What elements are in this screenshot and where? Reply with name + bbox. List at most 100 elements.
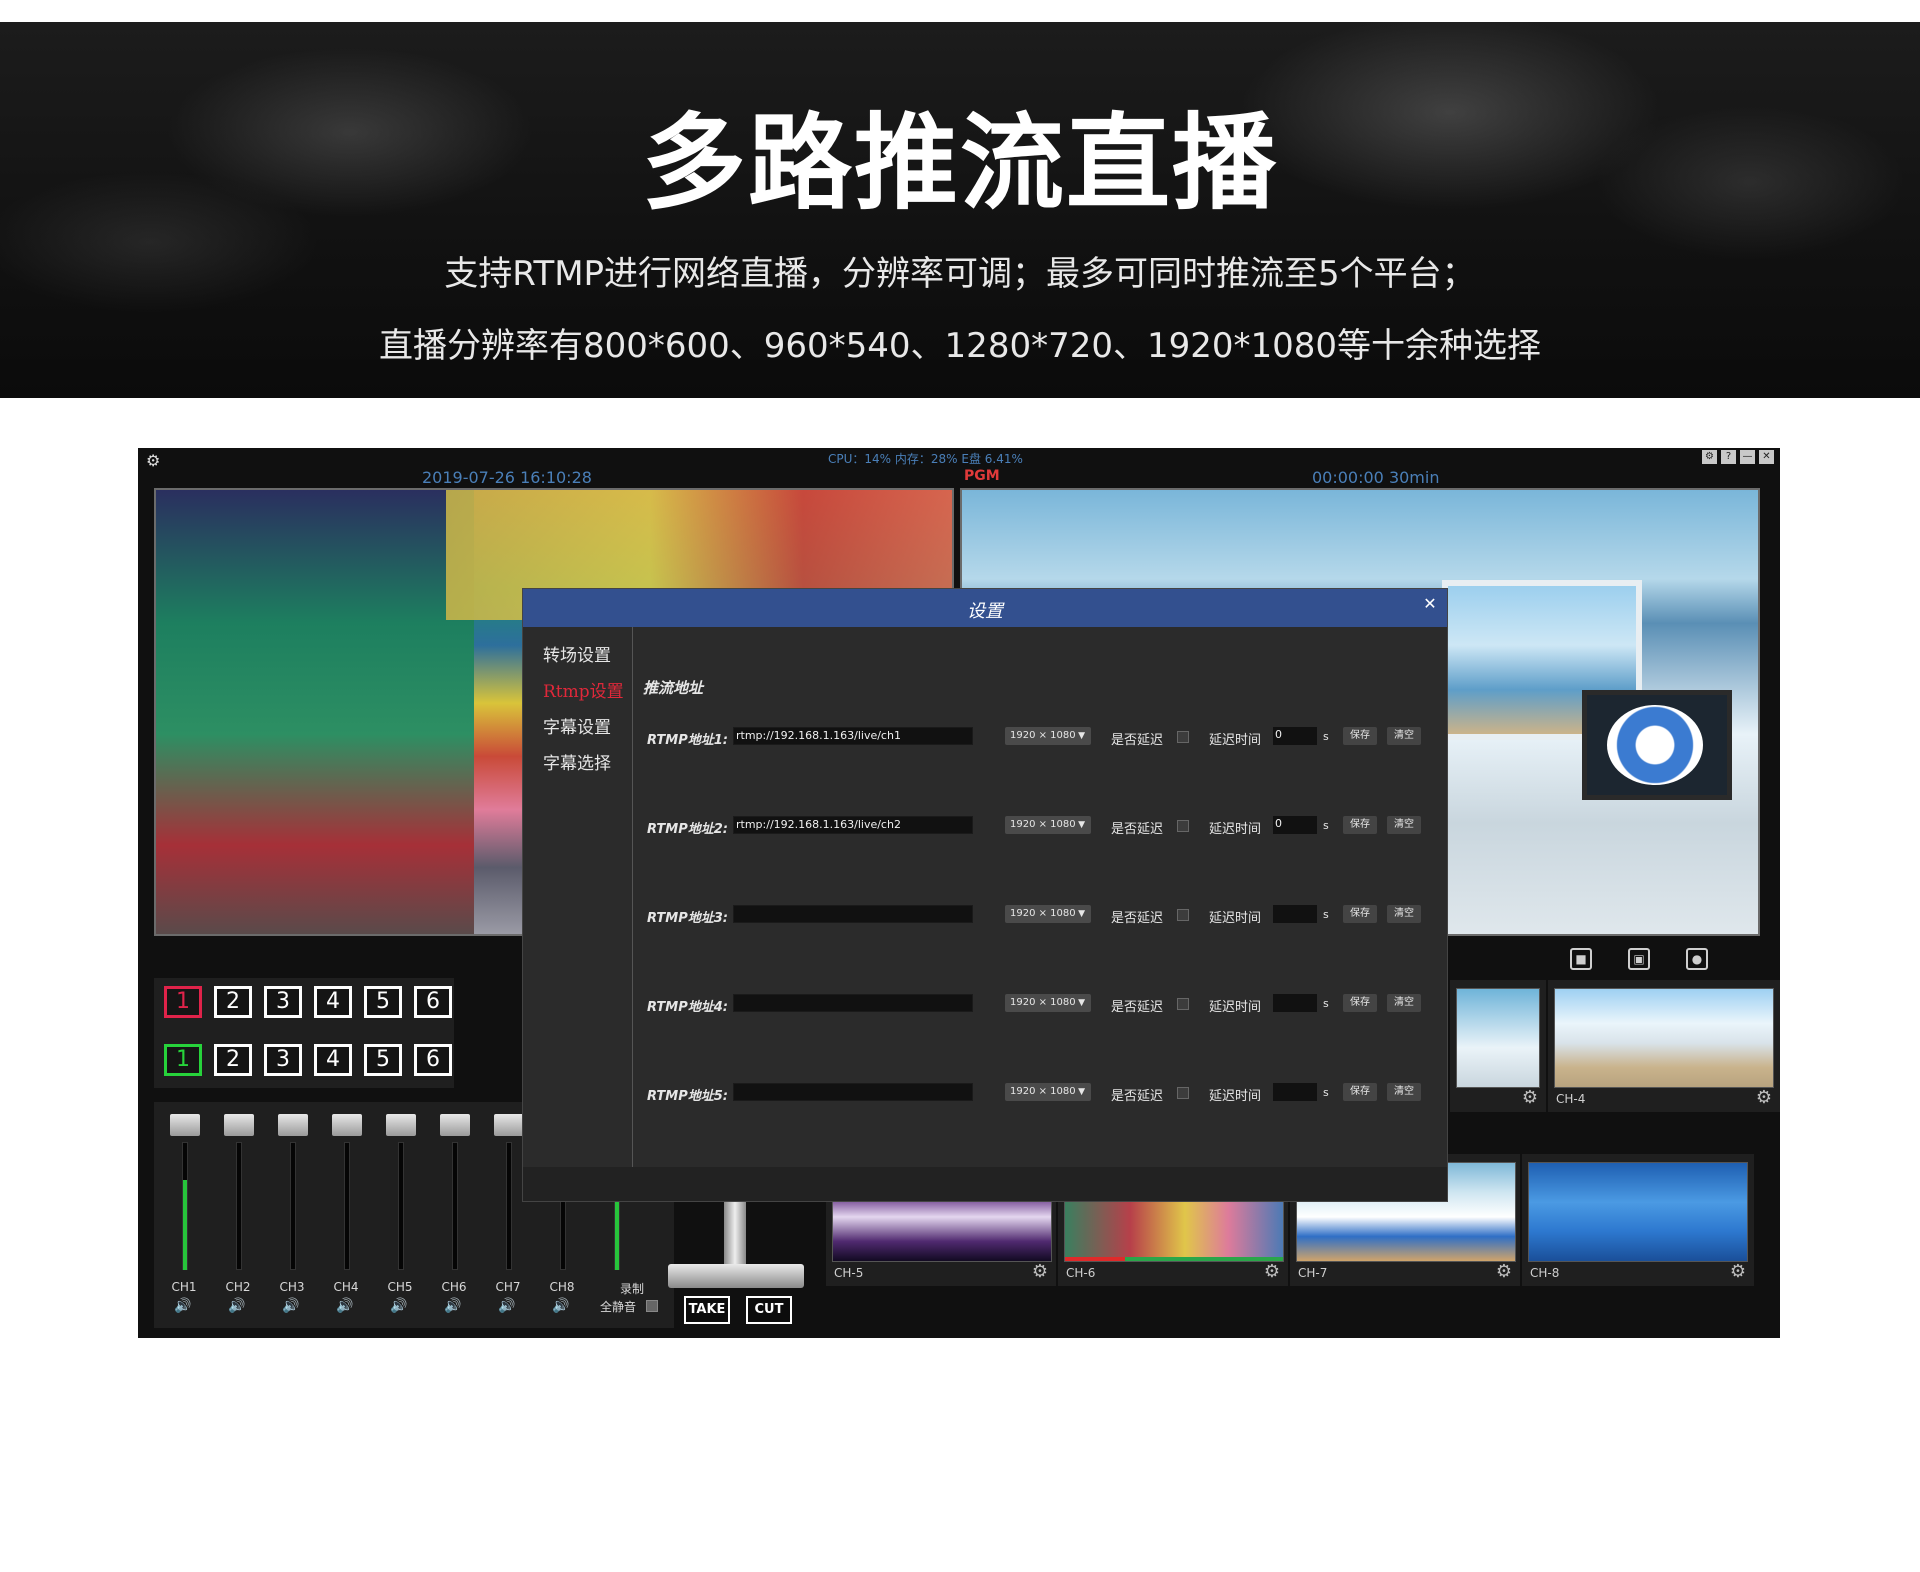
speaker-icon[interactable]: 🔊 (384, 1298, 414, 1314)
fader-ch7[interactable] (494, 1114, 524, 1274)
delay-time-input[interactable]: 0 (1273, 727, 1317, 745)
program-channel-4-button[interactable]: 4 (314, 1044, 352, 1076)
save-button[interactable]: 保存 (1343, 994, 1377, 1012)
nav-subtitle-settings[interactable]: 字幕设置 (543, 713, 611, 738)
nav-transition-settings[interactable]: 转场设置 (543, 641, 611, 666)
gear-icon[interactable]: ⚙ (1496, 1261, 1512, 1282)
record-video-icon[interactable]: ■ (1570, 948, 1592, 970)
gear-icon[interactable]: ⚙ (1032, 1261, 1048, 1282)
clear-button[interactable]: 清空 (1387, 727, 1421, 745)
rtmp-url-input[interactable] (733, 905, 973, 923)
delay-time-input[interactable] (1273, 994, 1317, 1012)
rtmp-url-input[interactable]: rtmp://192.168.1.163/live/ch2 (733, 816, 973, 834)
program-channel-2-button[interactable]: 2 (214, 1044, 252, 1076)
preview-channel-2-button[interactable]: 2 (214, 986, 252, 1018)
settings-icon[interactable]: ⚙ (1702, 450, 1717, 464)
save-button[interactable]: 保存 (1343, 905, 1377, 923)
speaker-icon[interactable]: 🔊 (330, 1298, 360, 1314)
delay-checkbox[interactable] (1177, 731, 1189, 743)
settings-nav: 转场设置 Rtmp设置 字幕设置 字幕选择 (523, 627, 633, 1167)
mute-all-label: 全静音 (600, 1300, 637, 1314)
resolution-select[interactable]: 1920 × 1080 ▼ (1005, 905, 1091, 923)
stream-icon[interactable]: ● (1686, 948, 1708, 970)
mixer-label-record: 录制 (620, 1282, 645, 1296)
app-logo-icon[interactable]: ⚙ (146, 452, 164, 470)
clear-button[interactable]: 清空 (1387, 994, 1421, 1012)
close-icon[interactable]: ✕ (1759, 450, 1774, 464)
speaker-icon[interactable]: 🔊 (546, 1298, 576, 1314)
preview-datetime: 2019-07-26 16:10:28 (422, 468, 592, 487)
save-button[interactable]: 保存 (1343, 1083, 1377, 1101)
snapshot-icon[interactable]: ▣ (1628, 948, 1650, 970)
fader-ch2[interactable] (224, 1114, 254, 1274)
channel-thumbnail-ch4[interactable]: CH-4 ⚙ (1548, 980, 1780, 1112)
speaker-icon[interactable]: 🔊 (276, 1298, 306, 1314)
gear-icon[interactable]: ⚙ (1730, 1261, 1746, 1282)
rtmp-url-input[interactable] (733, 994, 973, 1012)
clear-button[interactable]: 清空 (1387, 816, 1421, 834)
fader-ch5[interactable] (386, 1114, 416, 1274)
channel-thumbnail-ch8[interactable]: CH-8 ⚙ (1522, 1154, 1754, 1286)
preview-channel-3-button[interactable]: 3 (264, 986, 302, 1018)
save-button[interactable]: 保存 (1343, 727, 1377, 745)
resolution-select[interactable]: 1920 × 1080 ▼ (1005, 994, 1091, 1012)
minimize-icon[interactable]: — (1740, 450, 1755, 464)
resolution-select[interactable]: 1920 × 1080 ▼ (1005, 816, 1091, 834)
speaker-icon[interactable]: 🔊 (492, 1298, 522, 1314)
fader-ch3[interactable] (278, 1114, 308, 1274)
program-channel-3-button[interactable]: 3 (264, 1044, 302, 1076)
program-channel-1-button[interactable]: 1 (164, 1044, 202, 1076)
gear-icon[interactable]: ⚙ (1756, 1087, 1772, 1108)
dialog-header: 设置 ✕ (523, 589, 1447, 627)
program-channel-6-button[interactable]: 6 (414, 1044, 452, 1076)
chevron-down-icon: ▼ (1078, 909, 1085, 919)
channel-thumbnail-ch3[interactable]: ⚙ (1450, 980, 1546, 1112)
cut-button[interactable]: CUT (746, 1296, 792, 1324)
chevron-down-icon: ▼ (1078, 820, 1085, 830)
help-icon[interactable]: ? (1721, 450, 1736, 464)
take-button[interactable]: TAKE (684, 1296, 730, 1324)
delay-time-input[interactable] (1273, 1083, 1317, 1101)
clear-button[interactable]: 清空 (1387, 1083, 1421, 1101)
delay-checkbox[interactable] (1177, 998, 1189, 1010)
delay-checkbox[interactable] (1177, 1087, 1189, 1099)
gear-icon[interactable]: ⚙ (1264, 1261, 1280, 1282)
resolution-select[interactable]: 1920 × 1080 ▼ (1005, 727, 1091, 745)
chevron-down-icon: ▼ (1078, 998, 1085, 1008)
fader-ch6[interactable] (440, 1114, 470, 1274)
resolution-select[interactable]: 1920 × 1080 ▼ (1005, 1083, 1091, 1101)
preview-channel-6-button[interactable]: 6 (414, 986, 452, 1018)
delay-checkbox[interactable] (1177, 909, 1189, 921)
banner-subtitle-line-2: 直播分辨率有800*600、960*540、1280*720、1920*1080… (378, 326, 1542, 366)
preview-channel-5-button[interactable]: 5 (364, 986, 402, 1018)
delay-time-input[interactable] (1273, 905, 1317, 923)
gear-icon[interactable]: ⚙ (1522, 1087, 1538, 1108)
delay-time-input[interactable]: 0 (1273, 816, 1317, 834)
delay-unit: s (1323, 819, 1329, 832)
preview-channel-4-button[interactable]: 4 (314, 986, 352, 1018)
program-channel-5-button[interactable]: 5 (364, 1044, 402, 1076)
nav-subtitle-selection[interactable]: 字幕选择 (543, 749, 611, 774)
tbar-handle[interactable] (668, 1264, 804, 1288)
resolution-value: 1920 × 1080 (1010, 997, 1076, 1008)
delay-time-label: 延迟时间 (1209, 822, 1262, 837)
speaker-icon[interactable]: 🔊 (168, 1298, 198, 1314)
clear-button[interactable]: 清空 (1387, 905, 1421, 923)
rtmp-label: RTMP地址4: (647, 1000, 729, 1015)
speaker-icon[interactable]: 🔊 (438, 1298, 468, 1314)
rtmp-url-input[interactable] (733, 1083, 973, 1101)
nav-rtmp-settings[interactable]: Rtmp设置 (543, 677, 624, 702)
mute-all-checkbox[interactable] (646, 1300, 658, 1312)
rtmp-label: RTMP地址1: (647, 733, 729, 748)
promo-banner: 多路推流直播 支持RTMP进行网络直播，分辨率可调；最多可同时推流至5个平台； … (0, 22, 1920, 398)
banner-subtitle-line-1: 支持RTMP进行网络直播，分辨率可调；最多可同时推流至5个平台； (444, 254, 1476, 294)
speaker-icon[interactable]: 🔊 (222, 1298, 252, 1314)
thumbnail-label: CH-7 (1298, 1266, 1328, 1280)
rtmp-url-input[interactable]: rtmp://192.168.1.163/live/ch1 (733, 727, 973, 745)
fader-ch4[interactable] (332, 1114, 362, 1274)
preview-channel-1-button[interactable]: 1 (164, 986, 202, 1018)
close-icon[interactable]: ✕ (1421, 595, 1439, 613)
fader-ch1[interactable] (170, 1114, 200, 1274)
delay-checkbox[interactable] (1177, 820, 1189, 832)
save-button[interactable]: 保存 (1343, 816, 1377, 834)
